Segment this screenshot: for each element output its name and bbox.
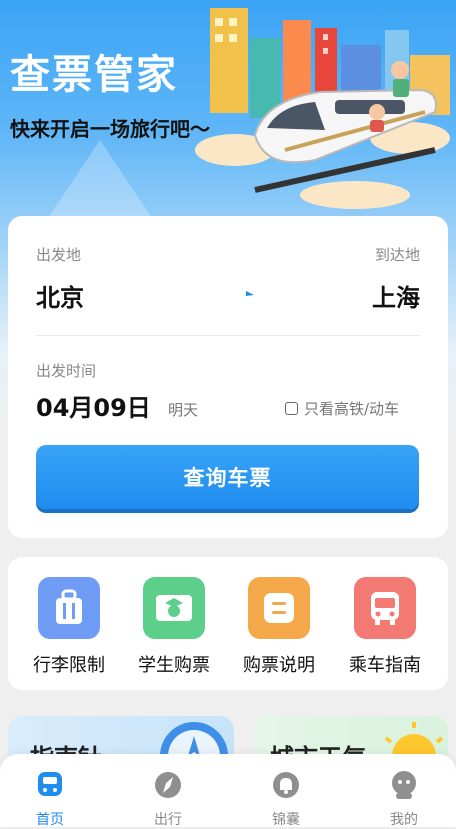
from-label: 出发地 [36, 246, 82, 264]
quick-action-student[interactable]: 学生购票 [129, 577, 219, 677]
student-ticket-icon [143, 577, 205, 639]
to-label: 到达地 [374, 246, 420, 264]
query-ticket-button[interactable]: 查询车票 [36, 445, 419, 509]
compass-icon [155, 772, 181, 798]
ticket-search-card: 出发地 到达地 北京 上海 出发时间 04月09日 明天 只看高铁/动车 查询车… [8, 216, 448, 538]
tab-profile[interactable]: 我的 [374, 769, 434, 829]
tab-home[interactable]: 首页 [20, 769, 80, 829]
date-label: 出发时间 [36, 362, 97, 380]
app-subtitle: 快来开启一场旅行吧～ [10, 117, 210, 141]
quick-action-bus-guide[interactable]: 乘车指南 [340, 577, 430, 677]
profile-icon [392, 771, 416, 799]
quick-action-label: 学生购票 [138, 655, 210, 676]
date-value[interactable]: 04月09日 [36, 388, 151, 423]
tab-tips[interactable]: 锦囊 [256, 769, 316, 829]
quick-action-label: 购票说明 [243, 655, 315, 676]
app-title: 查票管家 [10, 52, 178, 98]
from-city[interactable]: 北京 [36, 278, 84, 313]
quick-action-luggage[interactable]: 行李限制 [24, 577, 114, 677]
tab-label: 我的 [390, 812, 418, 828]
filter-label: 只看高铁/动车 [304, 400, 400, 418]
bus-icon [354, 577, 416, 639]
train-city-illustration [195, 8, 450, 209]
ticket-info-icon [248, 577, 310, 639]
home-train-icon [38, 772, 62, 796]
quick-action-label: 行李限制 [33, 655, 105, 676]
day-hint: 明天 [168, 401, 199, 419]
high-speed-filter[interactable]: 只看高铁/动车 [285, 398, 399, 419]
tab-label: 出行 [154, 812, 182, 828]
tab-label: 锦囊 [272, 812, 300, 828]
tab-travel[interactable]: 出行 [138, 769, 198, 829]
bottom-tab-bar: 首页 出行 锦囊 我的 [0, 754, 456, 829]
quick-actions-card: 行李限制 学生购票 购票说明 乘车指南 [8, 557, 448, 690]
tab-label: 首页 [36, 812, 64, 828]
to-city[interactable]: 上海 [372, 278, 420, 313]
swap-arrow-icon[interactable] [198, 290, 262, 300]
bell-icon [273, 772, 299, 798]
filter-checkbox[interactable] [285, 402, 298, 415]
luggage-icon [38, 577, 100, 639]
quick-action-label: 乘车指南 [349, 655, 421, 676]
divider [36, 335, 420, 336]
quick-action-ticket-info[interactable]: 购票说明 [234, 577, 324, 677]
